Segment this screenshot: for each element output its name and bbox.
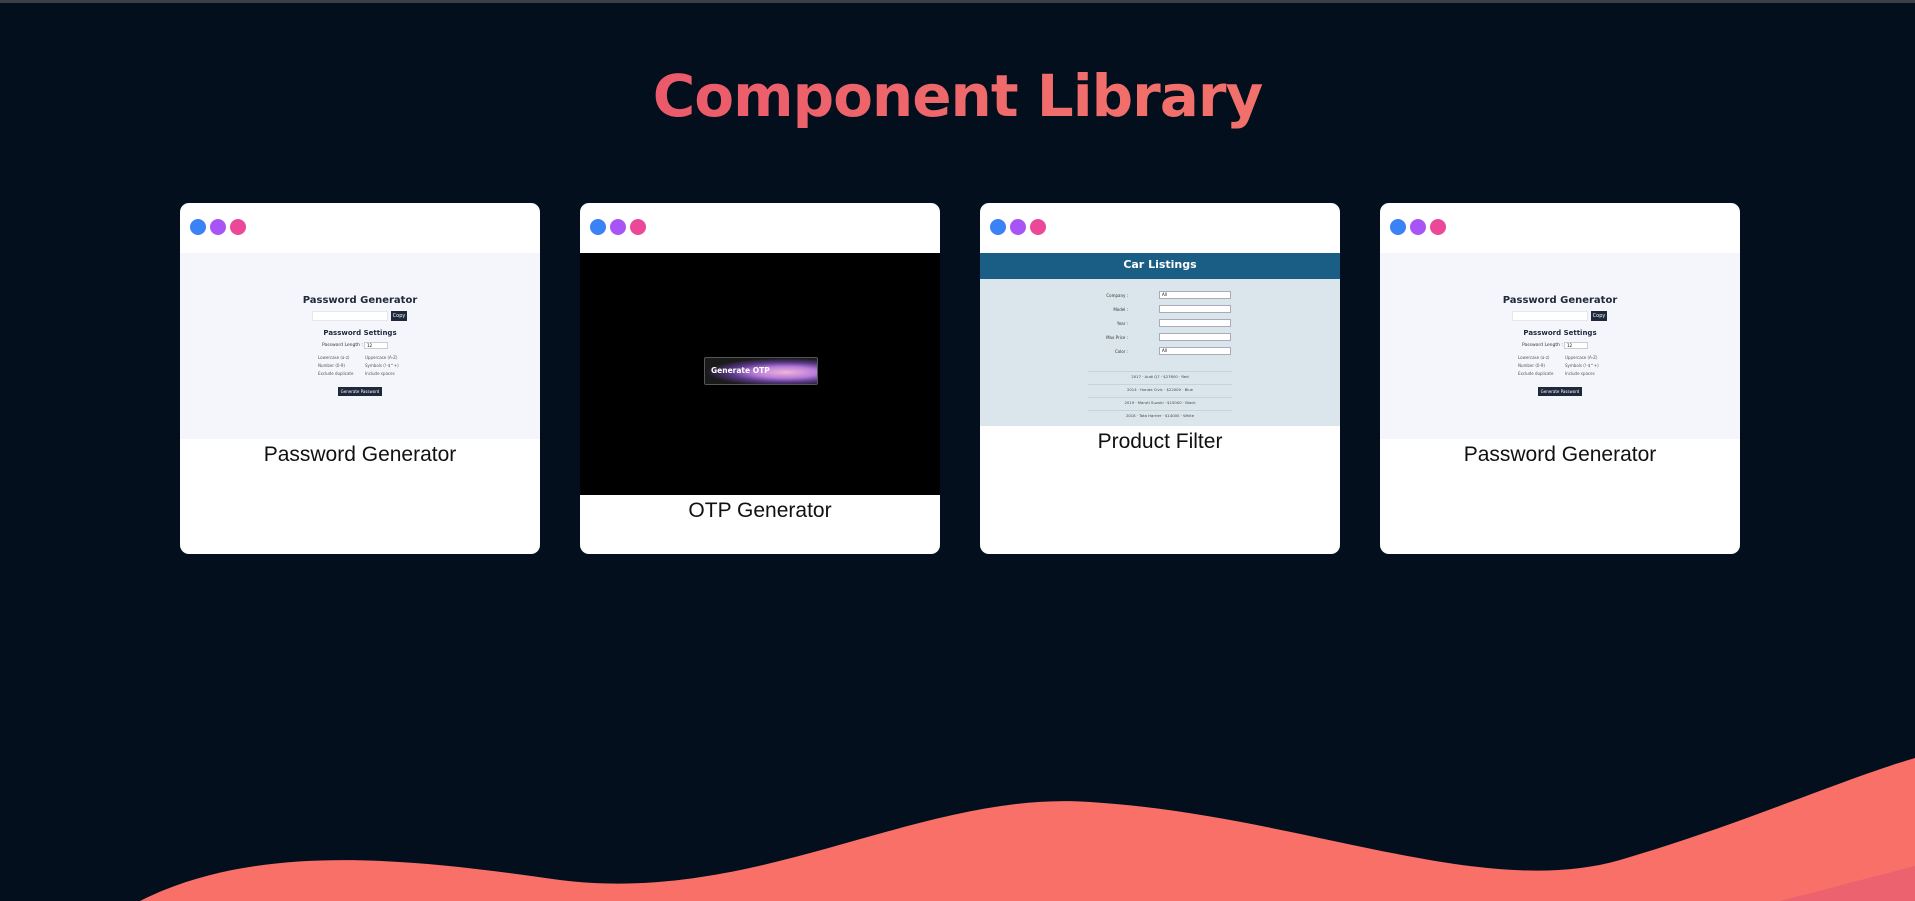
preview-result-row: 2019 · Maruti Suzuki · $15000 · Black — [1088, 397, 1232, 407]
blue-dot-icon — [190, 219, 206, 235]
preview-field-label: Max Price : — [1106, 335, 1128, 340]
preview-length-input: 12 — [1564, 342, 1588, 349]
preview-result-row: 2018 · Tata Harrier · $14000 · White — [1088, 410, 1232, 420]
preview-option: Include spaces — [1565, 371, 1595, 376]
preview-password-box — [312, 311, 388, 321]
pink-dot-icon — [1030, 219, 1046, 235]
preview-option: Exclude duplicate — [1518, 371, 1554, 376]
card-title[interactable]: Product Filter — [980, 430, 1340, 454]
purple-dot-icon — [610, 219, 626, 235]
product-filter-preview: Car Listings Company : All Model : Year … — [980, 253, 1340, 426]
blue-dot-icon — [990, 219, 1006, 235]
preview-option: Lowercase (a-z) — [1518, 355, 1550, 360]
preview-option: Include spaces — [365, 371, 395, 376]
preview-option: Symbols (!-$^+) — [365, 363, 399, 368]
preview-heading: Car Listings — [980, 253, 1340, 279]
preview-option: Uppercase (A-Z) — [1565, 355, 1598, 360]
preview-option: Exclude duplicate — [318, 371, 354, 376]
preview-generate-otp-button: Generate OTP — [704, 357, 818, 385]
component-card-product-filter[interactable]: Car Listings Company : All Model : Year … — [980, 203, 1340, 554]
preview-field-label: Color : — [1114, 349, 1128, 354]
preview-length-input: 12 — [364, 342, 388, 349]
wave-accent — [1780, 866, 1915, 901]
preview-password-box — [1512, 311, 1588, 321]
preview-field-label: Company : — [1106, 293, 1128, 298]
password-generator-preview: Password Generator Copy Password Setting… — [1380, 253, 1740, 439]
component-card-password-generator[interactable]: Password Generator Copy Password Setting… — [1380, 203, 1740, 554]
preview-settings-heading: Password Settings — [323, 329, 397, 337]
preview-field-input: All — [1159, 347, 1231, 355]
preview-field-input — [1159, 333, 1231, 341]
preview-option: Uppercase (A-Z) — [365, 355, 398, 360]
preview-generate-button: Generate Password — [338, 387, 382, 396]
pink-dot-icon — [630, 219, 646, 235]
pink-dot-icon — [230, 219, 246, 235]
preview-settings-heading: Password Settings — [1523, 329, 1597, 337]
preview-field-input: All — [1159, 291, 1231, 299]
preview-field-input — [1159, 319, 1231, 327]
preview-length-label: Password Length : — [322, 343, 363, 348]
card-title[interactable]: OTP Generator — [580, 499, 940, 523]
purple-dot-icon — [210, 219, 226, 235]
preview-result-row: 2017 · Audi Q7 · $27600 · Red — [1088, 371, 1232, 381]
preview-option: Number (0-9) — [318, 363, 345, 368]
preview-option: Lowercase (a-z) — [318, 355, 350, 360]
page-title: Component Library — [0, 62, 1915, 130]
component-card-password-generator[interactable]: Password Generator Copy Password Setting… — [180, 203, 540, 554]
preview-copy-button: Copy — [1591, 311, 1607, 321]
component-card-otp-generator[interactable]: Generate OTP OTP Generator — [580, 203, 940, 554]
preview-heading: Password Generator — [302, 295, 418, 306]
preview-option: Number (0-9) — [1518, 363, 1545, 368]
preview-field-input — [1159, 305, 1231, 313]
preview-field-label: Model : — [1113, 307, 1128, 312]
card-title[interactable]: Password Generator — [1380, 443, 1740, 467]
preview-option: Symbols (!-$^+) — [1565, 363, 1599, 368]
blue-dot-icon — [590, 219, 606, 235]
otp-generator-preview: Generate OTP — [580, 253, 940, 495]
preview-result-row: 2014 · Honda Civic · $22000 · Blue — [1088, 384, 1232, 394]
pink-dot-icon — [1430, 219, 1446, 235]
top-border — [0, 0, 1915, 3]
card-title[interactable]: Password Generator — [180, 443, 540, 467]
blue-dot-icon — [1390, 219, 1406, 235]
purple-dot-icon — [1410, 219, 1426, 235]
preview-copy-button: Copy — [391, 311, 407, 321]
preview-generate-button: Generate Password — [1538, 387, 1582, 396]
preview-length-label: Password Length : — [1522, 343, 1563, 348]
password-generator-preview: Password Generator Copy Password Setting… — [180, 253, 540, 439]
purple-dot-icon — [1010, 219, 1026, 235]
preview-field-label: Year : — [1116, 321, 1128, 326]
preview-heading: Password Generator — [1502, 295, 1618, 306]
wave-shape — [140, 758, 1915, 901]
